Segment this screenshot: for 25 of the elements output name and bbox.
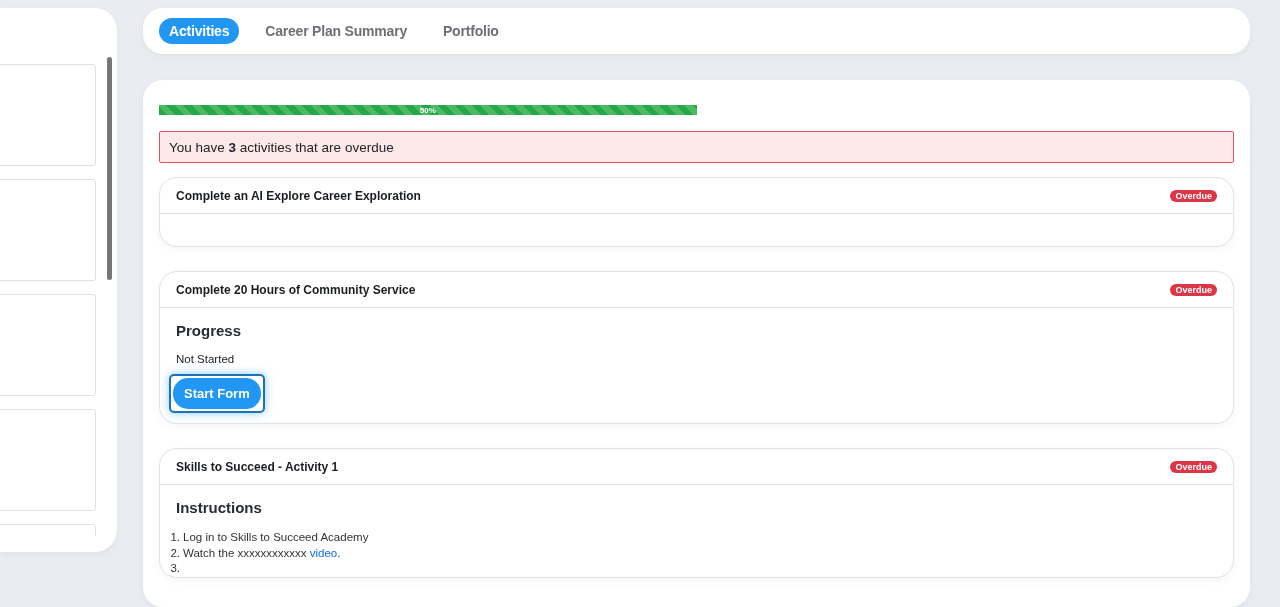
overdue-badge: Overdue [1170,189,1217,202]
list-card[interactable] [0,64,96,166]
overdue-alert: You have 3 activities that are overdue [159,131,1234,163]
section-title: Instructions [176,499,263,516]
tab[interactable]: Activities [159,18,240,44]
activity-title: Complete an AI Explore Career Exploration [176,188,421,203]
list-card[interactable] [0,409,96,511]
progress-label: 50% [419,105,436,115]
step-number: 3. [169,561,180,576]
step-text: Log in to Skills to Succeed Academy [183,530,369,545]
overdue-badge: Overdue [1170,283,1217,296]
activity-title: Complete 20 Hours of Community Service [176,282,416,297]
tab[interactable]: Career Plan Summary [255,18,417,44]
section-title: Progress [176,322,243,339]
list-card[interactable] [0,294,96,396]
status-text: Not Started [176,353,236,365]
step-number: 1. [169,530,180,545]
list-card[interactable] [0,179,96,281]
overdue-badge: Overdue [1170,460,1217,473]
scrollbar-thumb[interactable] [107,57,112,280]
step-text: Watch the xxxxxxxxxxxx video. [183,545,341,561]
activity-title: Skills to Succeed - Activity 1 [176,459,339,474]
step-number: 2. [169,545,180,561]
start-form-button[interactable]: Start Form [169,374,265,413]
tab[interactable]: Portfolio [432,18,509,44]
